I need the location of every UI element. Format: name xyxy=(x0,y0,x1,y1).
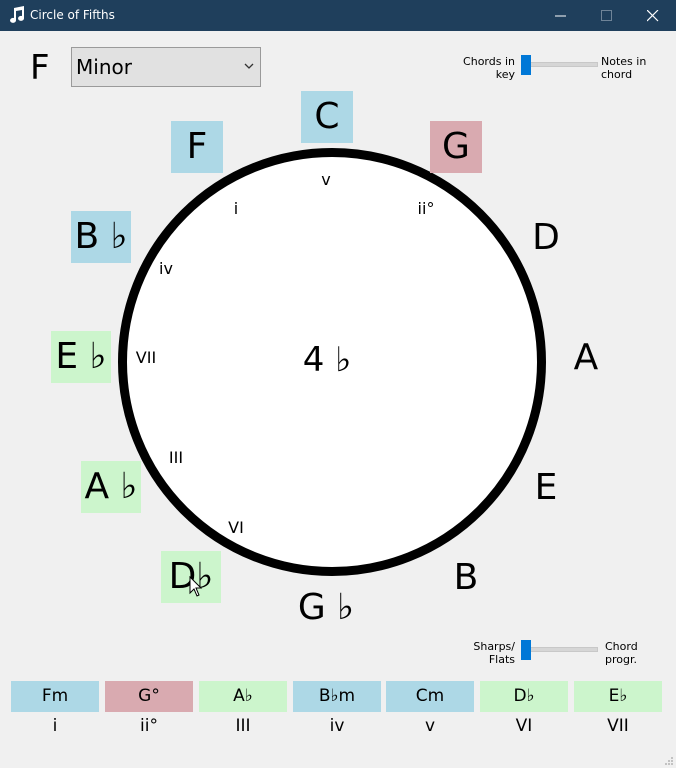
degree-label: ii° xyxy=(417,199,435,218)
toggle-chord-progression-label: Chord progr. xyxy=(605,640,665,666)
note-a-flat[interactable]: A ♭ xyxy=(81,461,141,513)
degree-label: VII xyxy=(135,348,157,367)
note-a[interactable]: A xyxy=(560,332,612,384)
toggle-label-line: Flats xyxy=(488,653,515,666)
note-e[interactable]: E xyxy=(520,462,572,514)
degree-label: III xyxy=(168,448,184,467)
note-b[interactable]: B xyxy=(440,552,492,604)
view-toggle-thumb[interactable] xyxy=(521,55,531,75)
key-letter: F xyxy=(30,48,50,88)
toggle-notes-in-chord-label: Notes in chord xyxy=(601,55,661,81)
close-icon xyxy=(647,10,659,22)
chord-d-flat[interactable]: D♭ xyxy=(480,681,568,712)
chord-g-dim[interactable]: G° xyxy=(105,681,193,712)
chord-cm[interactable]: Cm xyxy=(386,681,474,712)
note-e-flat[interactable]: E ♭ xyxy=(51,331,111,383)
toggle-label-line: Sharps/ xyxy=(473,640,515,653)
chord-degree: i xyxy=(52,716,58,736)
chord-degree: VII xyxy=(607,716,629,736)
chord-degree: VI xyxy=(515,716,533,736)
minimize-button[interactable] xyxy=(538,0,584,31)
close-button[interactable] xyxy=(630,0,676,31)
chord-fm[interactable]: Fm xyxy=(11,681,99,712)
resize-grip-icon[interactable] xyxy=(664,756,674,766)
maximize-icon xyxy=(601,10,612,21)
view-toggle-track[interactable] xyxy=(522,62,598,67)
chord-degree: iv xyxy=(329,716,345,736)
degree-label: VI xyxy=(228,518,244,537)
toggle-label-line: progr. xyxy=(605,653,637,666)
mode-select-value: Minor xyxy=(76,55,132,79)
note-b-flat[interactable]: B ♭ xyxy=(71,211,131,263)
chevron-down-icon xyxy=(244,63,254,69)
window-title: Circle of Fifths xyxy=(30,8,115,22)
toggle-label-line: Chords in xyxy=(463,55,515,68)
chord-b-flat-minor[interactable]: B♭m xyxy=(293,681,381,712)
toggle-label-line: key xyxy=(495,68,515,81)
chord-degree: III xyxy=(235,716,251,736)
note-g-flat[interactable]: G ♭ xyxy=(296,582,356,634)
toggle-chords-in-key-label: Chords in key xyxy=(455,55,515,81)
chord-e-flat[interactable]: E♭ xyxy=(574,681,662,712)
mouse-cursor-icon xyxy=(189,576,203,597)
toggle-label-line: Chord xyxy=(605,640,638,653)
chord-degree: ii° xyxy=(140,716,158,736)
key-signature-label: 4 ♭ xyxy=(302,340,352,380)
music-note-icon xyxy=(10,6,25,23)
note-g[interactable]: G xyxy=(430,121,482,173)
toggle-label-line: Notes in xyxy=(601,55,647,68)
chord-degree: v xyxy=(424,716,436,736)
chord-a-flat[interactable]: A♭ xyxy=(199,681,287,712)
mode-select[interactable]: Minor xyxy=(71,47,261,87)
degree-label: iv xyxy=(159,259,173,278)
minimize-icon xyxy=(555,15,566,17)
toggle-label-line: chord xyxy=(601,68,633,81)
accidental-toggle-thumb[interactable] xyxy=(521,640,531,660)
degree-label: i xyxy=(233,199,239,218)
note-c[interactable]: C xyxy=(301,91,353,143)
accidental-toggle-track[interactable] xyxy=(522,647,598,652)
maximize-button[interactable] xyxy=(584,0,630,31)
toggle-sharps-flats-label: Sharps/ Flats xyxy=(455,640,515,666)
note-d[interactable]: D xyxy=(520,212,572,264)
title-bar: Circle of Fifths xyxy=(0,0,676,31)
degree-label: v xyxy=(321,170,331,189)
note-f[interactable]: F xyxy=(171,121,223,173)
